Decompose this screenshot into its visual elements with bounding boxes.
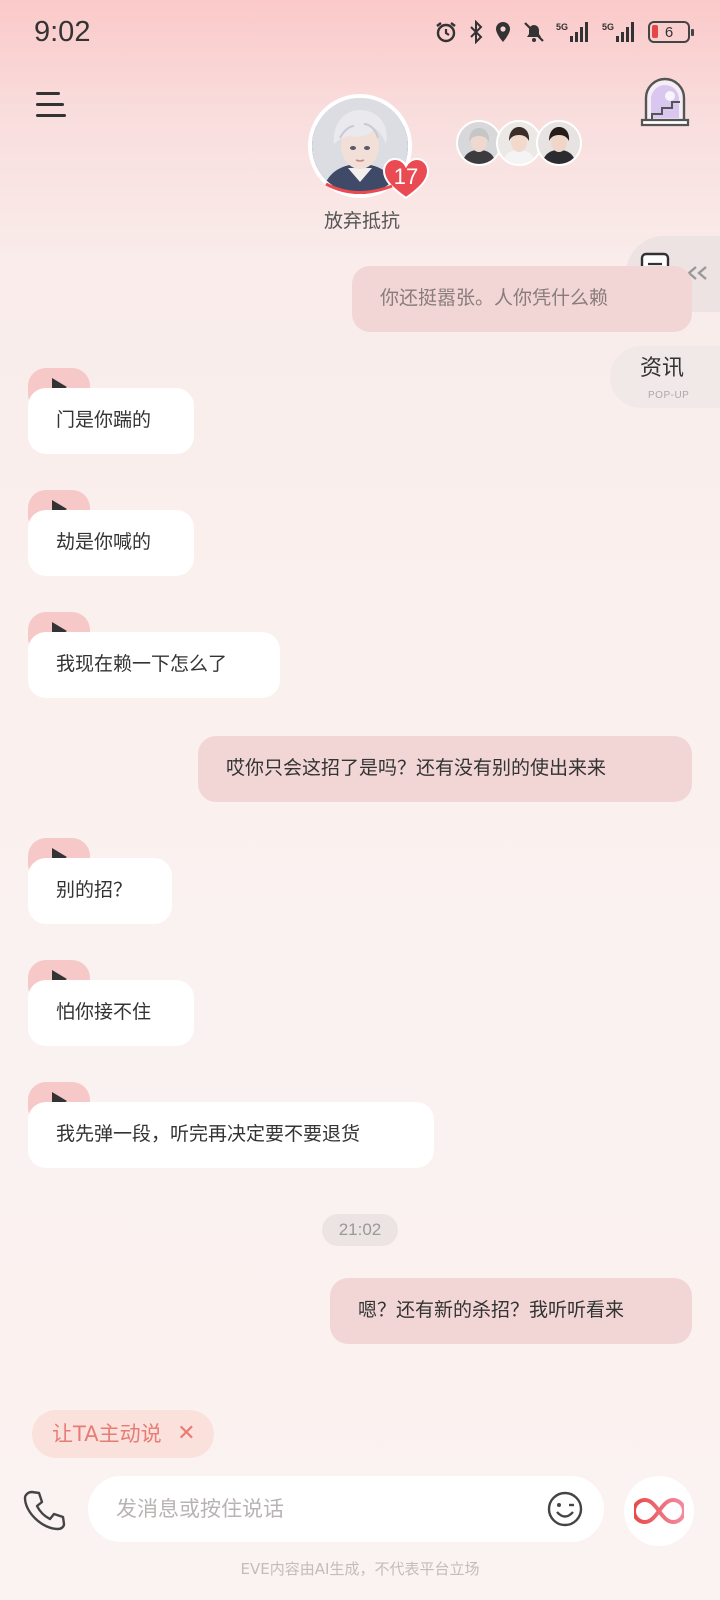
- news-label: 资讯: [640, 356, 685, 381]
- status-bar: 9:02 5G 5G 6: [0, 0, 720, 70]
- ai-assist-button[interactable]: [624, 1476, 694, 1546]
- svg-text:5G: 5G: [556, 22, 568, 32]
- emoji-icon: [547, 1491, 583, 1527]
- avatar-ring-accent: [325, 182, 393, 195]
- mini-avatar[interactable]: [536, 120, 582, 166]
- location-icon: [496, 22, 510, 42]
- message-bubble: 你还挺嚣张。人你凭什么赖: [352, 266, 692, 332]
- message-left[interactable]: 劫是你喊的: [28, 510, 194, 576]
- phone-call-button[interactable]: [22, 1488, 66, 1532]
- message-right[interactable]: 嗯？还有新的杀招？我听听看来: [330, 1278, 692, 1344]
- message-input[interactable]: [116, 1490, 516, 1528]
- menu-button[interactable]: [36, 90, 66, 118]
- status-time: 9:02: [34, 16, 91, 48]
- message-left[interactable]: 我先弹一段，听完再决定要不要退货: [28, 1102, 434, 1168]
- message-left[interactable]: 别的招？: [28, 858, 172, 924]
- message-bubble: 我现在赖一下怎么了: [28, 632, 280, 698]
- news-popup-button[interactable]: 资讯 POP-UP: [610, 346, 720, 408]
- battery-level: 6: [664, 23, 674, 41]
- news-sublabel: POP-UP: [648, 390, 690, 401]
- message-right[interactable]: 你还挺嚣张。人你凭什么赖: [352, 266, 692, 332]
- phone-icon: [23, 1490, 66, 1531]
- character-name: 放弃抵抗: [323, 210, 400, 232]
- signal-5g-icon: 5G: [602, 22, 634, 42]
- suggest-chip[interactable]: 让TA主动说 ✕: [32, 1410, 214, 1458]
- signal-5g-icon: 5G: [556, 22, 588, 42]
- message-left[interactable]: 怕你接不住: [28, 980, 194, 1046]
- mute-bell-icon: [524, 22, 544, 42]
- message-bubble: 嗯？还有新的杀招？我听听看来: [330, 1278, 692, 1344]
- message-right[interactable]: 哎你只会这招了是吗？还有没有别的使出来来: [198, 736, 692, 802]
- infinity-icon: [634, 1497, 684, 1525]
- message-bubble: 我先弹一段，听完再决定要不要退货: [28, 1102, 434, 1168]
- ai-disclaimer: EVE内容由AI生成，不代表平台立场: [240, 1560, 480, 1578]
- message-left[interactable]: 门是你踹的: [28, 388, 194, 454]
- close-icon[interactable]: ✕: [177, 1410, 195, 1458]
- window-icon[interactable]: [640, 76, 690, 128]
- message-bubble: 门是你踹的: [28, 388, 194, 454]
- battery-icon: 6: [648, 21, 694, 43]
- chat-timestamp: 21:02: [322, 1214, 398, 1246]
- message-left[interactable]: 我现在赖一下怎么了: [28, 632, 280, 698]
- message-bubble: 劫是你喊的: [28, 510, 194, 576]
- svg-text:5G: 5G: [602, 22, 614, 32]
- message-bubble: 怕你接不住: [28, 980, 194, 1046]
- bluetooth-icon: [470, 20, 483, 44]
- message-bubble: 别的招？: [28, 858, 172, 924]
- menu-icon: [36, 92, 60, 95]
- status-icons: 5G 5G 6: [434, 20, 694, 44]
- emoji-button[interactable]: [546, 1490, 584, 1528]
- message-input-container[interactable]: [88, 1476, 604, 1542]
- suggest-chip-label: 让TA主动说: [52, 1422, 162, 1446]
- other-characters[interactable]: [456, 120, 582, 166]
- message-bubble: 哎你只会这招了是吗？还有没有别的使出来来: [198, 736, 692, 802]
- alarm-icon: [436, 22, 456, 43]
